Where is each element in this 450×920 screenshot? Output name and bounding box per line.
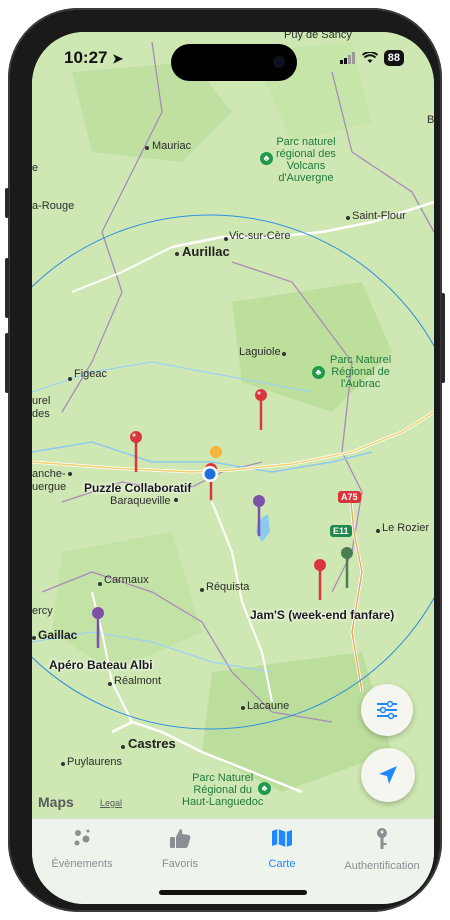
event-pin-green[interactable] [340, 546, 354, 590]
status-time: 10:27 ➤ [64, 48, 124, 67]
city-dot [108, 682, 112, 686]
map-label-puy-de-sancy: Puy de Sancy [284, 32, 352, 41]
map-label-puylaurens: Puylaurens [67, 756, 123, 768]
thumbs-up-icon [170, 829, 191, 848]
map-label-edge-anche: anche-uergue [32, 468, 67, 493]
map-label-laguiole: Laguiole [239, 346, 281, 358]
tab-evenements[interactable]: Évènements [32, 827, 132, 870]
event-label-jams[interactable]: Jam'S (week-end fanfare) [250, 608, 394, 622]
key-icon [377, 828, 387, 849]
city-dot [145, 146, 149, 150]
city-dot [241, 706, 245, 710]
wifi-icon [361, 52, 378, 63]
tab-carte[interactable]: Carte [232, 827, 332, 870]
city-dot [174, 498, 178, 502]
map-label-realmont: Réalmont [114, 675, 162, 687]
legal-link[interactable]: Legal [100, 798, 122, 808]
tab-label: Authentification [344, 860, 420, 872]
status-icons: 88 [339, 50, 404, 66]
map-label-le-rozier: Le Rozier [382, 522, 430, 534]
map-label-requista: Réquista [206, 581, 250, 593]
filter-button[interactable] [361, 684, 413, 736]
event-pin-red[interactable] [254, 388, 268, 432]
map-label-carmaux: Carmaux [104, 574, 149, 586]
power-button [441, 293, 445, 383]
dynamic-island [171, 44, 297, 81]
volume-up-button [5, 258, 9, 318]
map-label-edge-urel: urel des [32, 395, 51, 420]
city-dot [68, 472, 72, 476]
event-pin-purple[interactable] [252, 494, 266, 538]
map-label-saint-flour: Saint-Flour [352, 210, 406, 222]
user-location-dot [202, 466, 218, 482]
map-label-edge-b: B [427, 114, 434, 126]
map-icon [272, 829, 292, 847]
map-label-edge-ercy: ercy [32, 605, 53, 617]
location-arrow-icon [379, 766, 397, 784]
apple-maps-logo: Maps [38, 794, 74, 810]
volume-down-button [5, 333, 9, 393]
city-dot [121, 745, 125, 749]
city-dot [282, 352, 286, 356]
tab-label: Carte [268, 858, 296, 870]
locate-button[interactable] [361, 748, 415, 802]
tab-favoris[interactable]: Favoris [130, 827, 230, 870]
home-indicator[interactable] [159, 890, 307, 895]
city-dot [175, 252, 179, 256]
location-services-icon: ➤ [112, 51, 124, 66]
map-label-lacaune: Lacaune [247, 700, 290, 712]
screen: Puy de Sancy Mauriac e a-Rouge Vic-sur-C… [32, 32, 434, 904]
map-label-castres: Castres [128, 736, 176, 751]
sparkles-icon [74, 829, 90, 846]
city-dot [224, 237, 228, 241]
map-label-park-aubrac: ♣ Parc Naturel Régional de l'Aubrac [312, 354, 391, 390]
map-label-edge-e: e [32, 162, 39, 174]
phone-frame: Puy de Sancy Mauriac e a-Rouge Vic-sur-C… [5, 8, 445, 912]
event-pin-purple[interactable] [91, 606, 105, 650]
city-dot [376, 529, 380, 533]
action-button [5, 188, 9, 218]
road-badge-a75: A75 [338, 491, 361, 503]
filter-sliders-icon [377, 700, 397, 720]
city-dot [61, 762, 65, 766]
map-label-park-volcans: ♣ Parc naturel régional des Volcans d'Auver… [256, 136, 336, 184]
event-pin-red[interactable] [313, 558, 327, 602]
map-label-vic-sur-cere: Vic-sur-Cère [229, 230, 291, 242]
event-label-puzzle[interactable]: Puzzle Collaboratif [84, 481, 191, 495]
map-label-gaillac: Gaillac [38, 628, 78, 642]
tab-label: Évènements [51, 858, 113, 870]
park-tree-icon: ♣ [258, 782, 271, 795]
camera-icon [273, 56, 285, 68]
city-dot [346, 216, 350, 220]
map-label-mauriac: Mauriac [152, 140, 192, 152]
city-dot [200, 588, 204, 592]
city-dot [98, 582, 102, 586]
city-dot [32, 636, 36, 640]
map-label-aurillac: Aurillac [182, 244, 230, 259]
tab-authentification[interactable]: Authentification [332, 827, 432, 872]
map-label-baraqueville: Baraqueville [110, 495, 171, 507]
map-label-park-haut-languedoc: ♣ Parc Naturel Régional du Haut-Languedoc [182, 772, 271, 808]
road-badge-e11: E11 [330, 525, 352, 537]
park-tree-icon: ♣ [312, 366, 325, 379]
map-label-edge-rouge: a-Rouge [32, 200, 75, 212]
park-tree-icon: ♣ [260, 152, 273, 165]
map-label-figeac: Figeac [74, 368, 108, 380]
event-pin-orange[interactable] [208, 444, 224, 464]
battery-indicator: 88 [383, 50, 404, 66]
tab-label: Favoris [161, 858, 199, 870]
event-label-apero[interactable]: Apéro Bateau Albi [49, 658, 153, 672]
city-dot [68, 377, 72, 381]
event-pin-red[interactable] [129, 430, 143, 474]
cellular-signal-icon [339, 52, 355, 64]
